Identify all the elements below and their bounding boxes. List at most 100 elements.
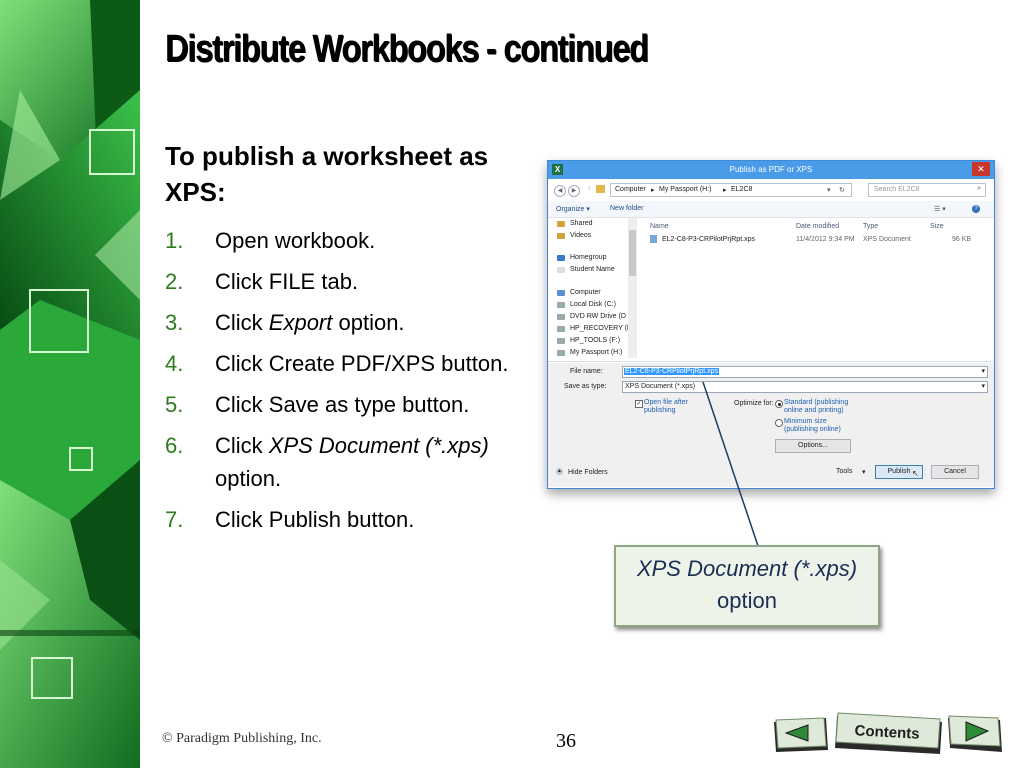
computer-icon xyxy=(557,290,565,296)
chevron-down-icon[interactable]: ▾ xyxy=(981,382,985,390)
forward-icon[interactable]: ▶ xyxy=(568,185,580,197)
nav-item[interactable]: Homegroup xyxy=(557,254,607,261)
homegroup-icon xyxy=(557,255,565,261)
cursor-pointer-icon: ↖ xyxy=(912,469,919,478)
step-number: 7. xyxy=(165,507,184,532)
nav-item[interactable]: Videos xyxy=(557,232,591,239)
step-item: 7. Click Publish button. xyxy=(165,503,535,536)
copyright-text: © Paradigm Publishing, Inc. xyxy=(162,731,322,746)
file-name-field[interactable]: EL2-C8-P3-CRPilotPrjRpt.xps ▾ xyxy=(622,366,988,378)
nav-item[interactable]: DVD RW Drive (D xyxy=(557,313,626,320)
step-number: 5. xyxy=(165,392,184,417)
hide-folders-button[interactable]: Hide Folders xyxy=(568,469,608,476)
tools-button[interactable]: Tools xyxy=(836,468,852,475)
optimize-label: Optimize for: xyxy=(734,400,774,407)
close-icon[interactable]: ✕ xyxy=(972,162,990,176)
folder-icon xyxy=(557,221,565,227)
breadcrumb-separator-icon: ▸ xyxy=(651,187,655,194)
dialog-titlebar: X Publish as PDF or XPS ✕ xyxy=(548,161,994,179)
back-icon[interactable]: ◀ xyxy=(554,185,566,197)
dialog-toolbar: Organize ▾ New folder ☰ ▾ ? xyxy=(548,201,994,218)
minimum-size-label: Minimum size (publishing online) xyxy=(784,418,841,433)
decorative-green-sidebar xyxy=(0,0,140,768)
step-item: 5. Click Save as type button. xyxy=(165,388,535,421)
nav-item[interactable]: Computer xyxy=(557,289,601,296)
nav-item[interactable]: My Passport (H:) xyxy=(557,349,623,356)
address-bar: ◀ ▶ ↑ Computer ▸ My Passport (H:) ▸ EL2C… xyxy=(552,183,990,197)
organize-button[interactable]: Organize ▾ xyxy=(556,205,590,213)
nav-item[interactable]: HP_TOOLS (F:) xyxy=(557,337,620,344)
step-item: 1. Open workbook. xyxy=(165,224,535,257)
address-path[interactable]: Computer ▸ My Passport (H:) ▸ EL2C8 ▾ ↻ xyxy=(610,183,852,197)
step-item: 4. Click Create PDF/XPS button. xyxy=(165,347,535,380)
callout-line-1: XPS Document (*.xps) xyxy=(636,556,858,581)
folder-icon xyxy=(557,233,565,239)
file-list: Name Date modified Type Size EL2-C8-P3-C… xyxy=(646,218,990,358)
publish-dialog-screenshot: X Publish as PDF or XPS ✕ ◀ ▶ ↑ Computer… xyxy=(547,160,995,489)
step-number: 1. xyxy=(165,228,184,253)
step-number: 2. xyxy=(165,269,184,294)
column-header-date[interactable]: Date modified xyxy=(796,223,839,230)
callout-box: XPS Document (*.xps) option xyxy=(614,545,880,627)
file-row-type: XPS Document xyxy=(863,236,911,243)
contents-button[interactable]: Contents xyxy=(834,710,946,756)
dvd-drive-icon xyxy=(557,314,565,320)
slide-title: Distribute Workbooks - continued xyxy=(165,28,649,70)
breadcrumb-item[interactable]: Computer xyxy=(615,186,646,193)
minimum-size-radio[interactable] xyxy=(775,419,783,427)
nav-item[interactable]: Student Name xyxy=(557,266,615,273)
steps-list: 1. Open workbook. 2. Click FILE tab. 3. Cli… xyxy=(165,224,535,544)
step-item: 6. Click XPS Document (*.xps) option. xyxy=(165,429,535,495)
next-slide-button[interactable] xyxy=(946,714,1004,754)
save-type-label: Save as type: xyxy=(564,383,607,390)
page-number: 36 xyxy=(556,730,576,752)
instructions-heading: To publish a worksheet as XPS: xyxy=(165,141,489,207)
save-type-dropdown[interactable]: XPS Document (*.xps) ▾ xyxy=(622,381,988,393)
folder-icon xyxy=(596,185,605,193)
view-options-icon[interactable]: ☰ ▾ xyxy=(934,205,946,213)
user-icon xyxy=(557,267,565,273)
contents-label: Contents xyxy=(854,722,920,742)
cancel-button[interactable]: Cancel xyxy=(931,465,979,479)
dialog-form: File name: EL2-C8-P3-CRPilotPrjRpt.xps ▾… xyxy=(548,363,994,487)
column-header-size[interactable]: Size xyxy=(930,223,944,230)
up-arrow-icon[interactable]: ↑ xyxy=(584,184,594,194)
scrollbar-thumb[interactable] xyxy=(629,230,636,276)
dialog-title: Publish as PDF or XPS xyxy=(729,165,813,174)
drive-icon xyxy=(557,350,565,356)
callout-line-2: option xyxy=(717,588,777,613)
search-input[interactable]: Search EL2C8 ⌕ xyxy=(868,183,986,197)
chevron-down-icon[interactable]: ▾ xyxy=(827,186,831,194)
nav-item[interactable]: HP_RECOVERY (E xyxy=(557,325,632,332)
drive-icon xyxy=(557,302,565,308)
nav-scrollbar[interactable] xyxy=(628,218,637,358)
file-row-date: 11/4/2012 9:34 PM xyxy=(796,236,855,243)
standard-radio[interactable] xyxy=(775,400,783,408)
chevron-down-icon[interactable]: ▾ xyxy=(862,468,866,476)
column-header-name[interactable]: Name xyxy=(650,223,669,230)
chevron-up-icon[interactable]: ▲ xyxy=(556,468,563,475)
new-folder-button[interactable]: New folder xyxy=(610,205,643,212)
open-after-checkbox[interactable]: ✓ xyxy=(635,400,643,408)
nav-item[interactable]: Local Disk (C:) xyxy=(557,301,616,308)
divider xyxy=(548,361,994,362)
breadcrumb-separator-icon: ▸ xyxy=(723,187,727,194)
nav-item[interactable]: Shared xyxy=(557,220,593,227)
help-icon[interactable]: ? xyxy=(972,205,980,213)
previous-slide-button[interactable] xyxy=(772,716,830,754)
file-row-name[interactable]: EL2-C8-P3-CRPilotPrjRpt.xps xyxy=(662,236,755,243)
breadcrumb-item[interactable]: EL2C8 xyxy=(731,186,752,193)
options-button[interactable]: Options... xyxy=(775,439,851,453)
step-item: 2. Click FILE tab. xyxy=(165,265,535,298)
column-header-type[interactable]: Type xyxy=(863,223,878,230)
step-number: 6. xyxy=(165,433,184,458)
refresh-icon[interactable]: ↻ xyxy=(839,186,845,194)
drive-icon xyxy=(557,326,565,332)
step-number: 4. xyxy=(165,351,184,376)
standard-option-label: Standard (publishing online and printing… xyxy=(784,399,849,414)
file-name-label: File name: xyxy=(570,368,603,375)
chevron-down-icon[interactable]: ▾ xyxy=(981,367,985,375)
step-item: 3. Click Export option. xyxy=(165,306,535,339)
breadcrumb-item[interactable]: My Passport (H:) xyxy=(659,186,712,193)
file-row-size: 96 KB xyxy=(952,236,972,243)
